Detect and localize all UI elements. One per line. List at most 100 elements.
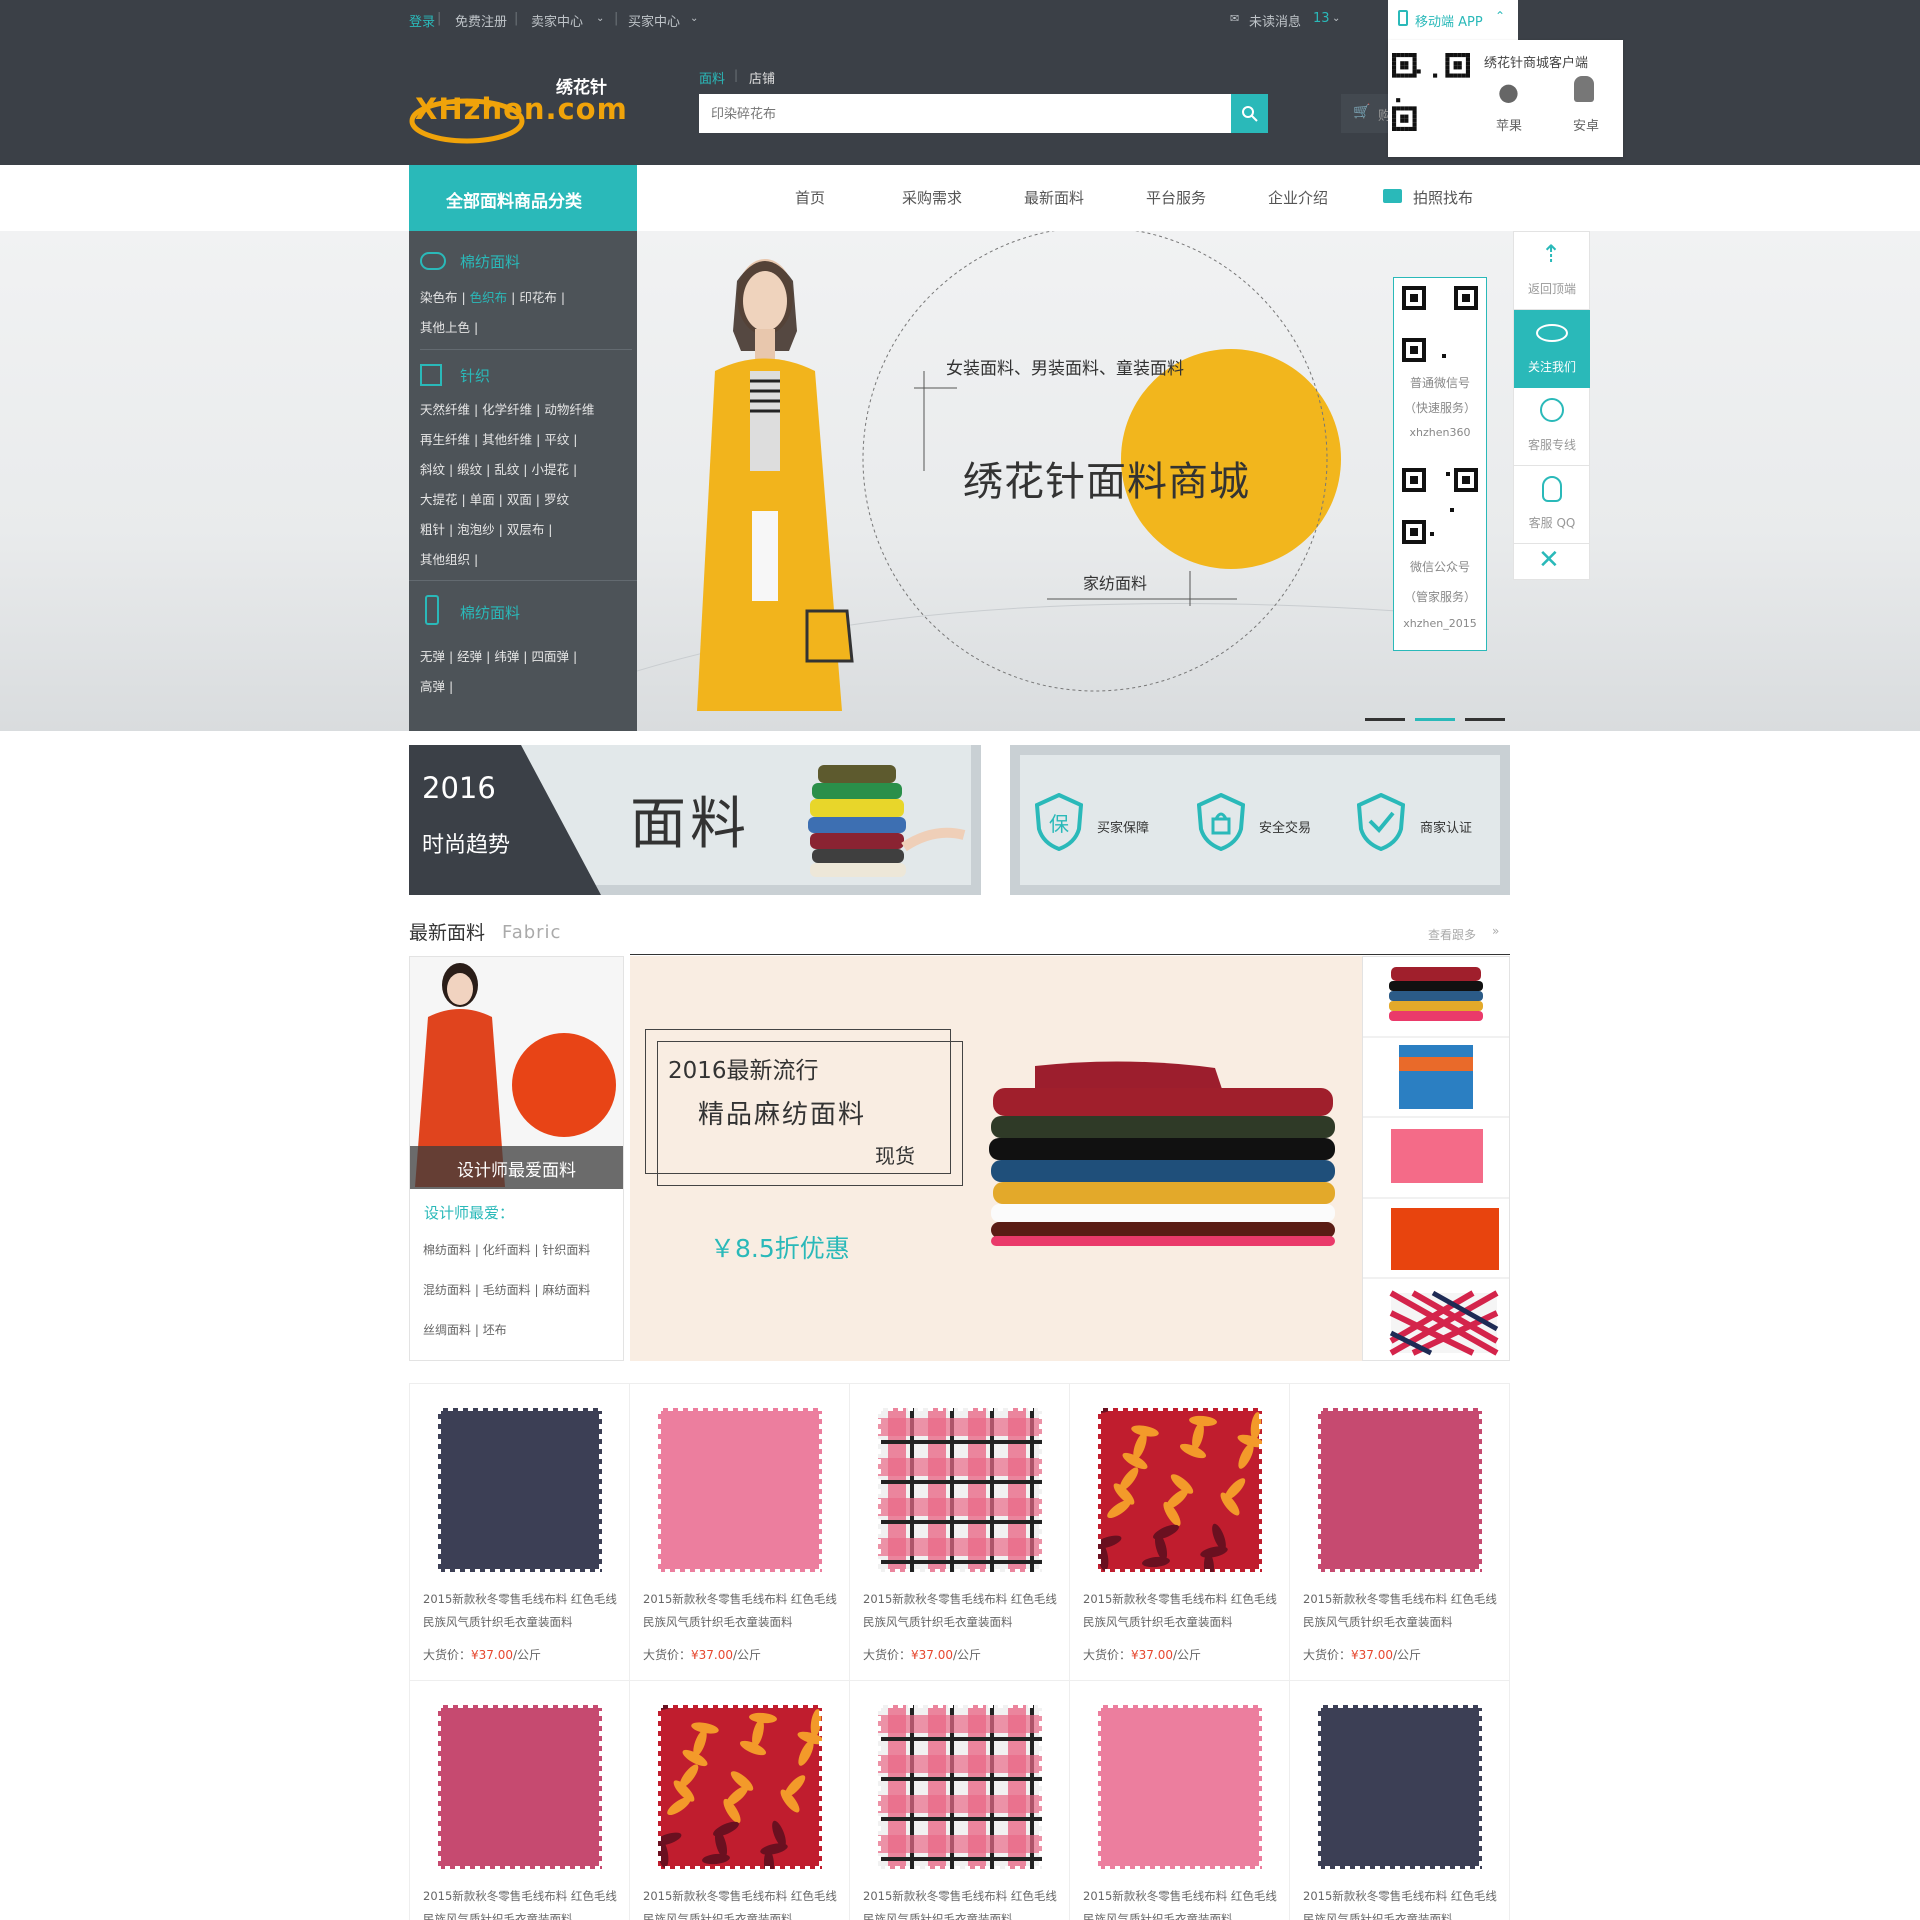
product-name[interactable]: 2015新款秋冬零售毛线布料 红色毛线民族风气质针织毛衣童装面料 <box>863 1885 1063 1920</box>
product-card[interactable]: 2015新款秋冬零售毛线布料 红色毛线民族风气质针织毛衣童装面料 大货价：¥37… <box>630 1384 850 1681</box>
category-links[interactable]: 高弹 | <box>420 676 453 695</box>
chevron-down-icon: ⌄ <box>596 13 605 24</box>
product-card[interactable]: 2015新款秋冬零售毛线布料 红色毛线民族风气质针织毛衣童装面料 <box>630 1681 850 1920</box>
official-account-qr-code[interactable] <box>1402 468 1478 544</box>
product-name[interactable]: 2015新款秋冬零售毛线布料 红色毛线民族风气质针织毛衣童装面料 <box>1083 1588 1283 1634</box>
service-line-button[interactable]: 客服专线 <box>1514 388 1590 466</box>
category-links[interactable]: 斜纹 | 缎纹 | 乱纹 | 小提花 | <box>420 459 577 478</box>
trend-promo-card[interactable]: 2016 时尚趋势 面料 <box>409 745 981 895</box>
designer-caption-bar: 设计师最爱面料 <box>410 1146 623 1189</box>
featured-line-3: 现货 <box>875 1144 915 1168</box>
chevron-down-icon: ⌄ <box>1332 13 1341 24</box>
follow-us-button[interactable]: 关注我们 <box>1514 310 1590 388</box>
service-qq-label: 客服 QQ <box>1528 516 1576 530</box>
product-price: 大货价：¥37.00/公斤 <box>643 1646 761 1663</box>
search-icon <box>1242 106 1258 122</box>
category-links[interactable]: 其他上色 | <box>420 317 478 336</box>
category-title-stretch[interactable]: 棉纺面料 <box>460 602 520 623</box>
product-name[interactable]: 2015新款秋冬零售毛线布料 红色毛线民族风气质针织毛衣童装面料 <box>643 1885 843 1920</box>
designer-favorites-box: 设计师最爱面料 设计师最爱： 棉纺面料 | 化纤面料 | 针织面料 混纺面料 |… <box>409 956 624 1361</box>
fabric-swatch-image <box>438 1705 602 1869</box>
close-icon[interactable]: ✕ <box>1538 545 1560 575</box>
wechat-qr-code[interactable] <box>1402 286 1478 362</box>
app-qr-code[interactable] <box>1392 53 1470 131</box>
seller-center-link[interactable]: 卖家中心 <box>531 11 583 30</box>
fabric-swatch-image <box>1098 1705 1262 1869</box>
wechat-label: 普通微信号 <box>1409 376 1470 390</box>
service-qq-button[interactable]: 客服 QQ <box>1514 466 1590 544</box>
product-name[interactable]: 2015新款秋冬零售毛线布料 红色毛线民族风气质针织毛衣童装面料 <box>1303 1588 1503 1634</box>
register-link[interactable]: 免费注册 <box>455 11 507 30</box>
category-links[interactable]: 粗针 | 泡泡纱 | 双层布 | <box>420 519 553 538</box>
messages-link[interactable]: 未读消息 <box>1249 11 1301 30</box>
cart-icon: 🛒 <box>1353 104 1371 120</box>
product-card[interactable]: 2015新款秋冬零售毛线布料 红色毛线民族风气质针织毛衣童装面料 <box>1290 1681 1510 1920</box>
divider <box>420 349 632 350</box>
featured-fabric-banner[interactable]: 2016最新流行 精品麻纺面料 现货 ￥8.5折优惠 <box>630 956 1362 1361</box>
product-card[interactable]: 2015新款秋冬零售毛线布料 红色毛线民族风气质针织毛衣童装面料 大货价：¥37… <box>850 1384 1070 1681</box>
login-link[interactable]: 登录 <box>409 11 435 30</box>
follow-us-label: 关注我们 <box>1527 360 1576 374</box>
product-card[interactable]: 2015新款秋冬零售毛线布料 红色毛线民族风气质针织毛衣童装面料 大货价：¥37… <box>1070 1384 1290 1681</box>
product-name[interactable]: 2015新款秋冬零售毛线布料 红色毛线民族风气质针织毛衣童装面料 <box>1303 1885 1503 1920</box>
top-bar: 登录 | 免费注册 | 卖家中心 ⌄ | 买家中心 ⌄ ✉ 未读消息 13 ⌄ <box>0 0 1920 40</box>
nav-purchase[interactable]: 采购需求 <box>902 187 962 208</box>
arrow-up-icon: ⇡ <box>1541 240 1562 268</box>
product-name[interactable]: 2015新款秋冬零售毛线布料 红色毛线民族风气质针织毛衣童装面料 <box>423 1588 623 1634</box>
divider: | <box>614 11 619 26</box>
category-title-cotton[interactable]: 棉纺面料 <box>460 251 520 272</box>
nav-latest[interactable]: 最新面料 <box>1024 187 1084 208</box>
nav-photo-search[interactable]: 拍照找布 <box>1413 187 1473 208</box>
search-button[interactable] <box>1231 94 1268 133</box>
thumb-2 <box>1399 1045 1473 1109</box>
category-links[interactable]: 大提花 | 单面 | 双面 | 罗纹 <box>420 489 569 508</box>
banner-tag[interactable]: 家纺面料 <box>1083 570 1147 594</box>
product-name[interactable]: 2015新款秋冬零售毛线布料 红色毛线民族风气质针织毛衣童装面料 <box>643 1588 843 1634</box>
product-card[interactable]: 2015新款秋冬零售毛线布料 红色毛线民族风气质针织毛衣童装面料 <box>1070 1681 1290 1920</box>
category-selected[interactable]: 色织布 <box>470 290 508 305</box>
category-links[interactable]: 染色布 | 色织布 | 印花布 | <box>420 287 565 306</box>
header: 绣花针 XHzhen.com 面料 | 店铺 🛒 购 <box>0 40 1920 165</box>
spool-icon <box>425 595 439 625</box>
site-logo[interactable]: 绣花针 XHzhen.com <box>409 68 627 178</box>
search-input[interactable] <box>699 94 1231 133</box>
mobile-app-toggle[interactable]: 移动端 APP ⌃ <box>1388 0 1518 42</box>
nav-company[interactable]: 企业介绍 <box>1268 187 1328 208</box>
eye-icon <box>1536 324 1568 342</box>
android-label: 安卓 <box>1573 119 1600 134</box>
category-links[interactable]: 天然纤维 | 化学纤维 | 动物纤维 <box>420 399 594 418</box>
buyer-center-link[interactable]: 买家中心 <box>628 11 680 30</box>
price-unit: /公斤 <box>733 1648 762 1662</box>
category-title-knit[interactable]: 针织 <box>460 365 490 386</box>
view-more-link[interactable]: 查看跟多 <box>1428 926 1476 943</box>
designer-links[interactable]: 丝绸面料 | 坯布 <box>423 1321 507 1338</box>
apple-icon[interactable]: ● <box>1498 78 1519 106</box>
official-account-label: 微信公众号 <box>1409 560 1470 574</box>
product-name[interactable]: 2015新款秋冬零售毛线布料 红色毛线民族风气质针织毛衣童装面料 <box>423 1885 623 1920</box>
category-links[interactable]: 无弹 | 经弹 | 纬弹 | 四面弹 | <box>420 646 577 665</box>
nav-home[interactable]: 首页 <box>795 187 825 208</box>
price-value: ¥37.00 <box>471 1648 514 1662</box>
nav-service[interactable]: 平台服务 <box>1146 187 1206 208</box>
product-card[interactable]: 2015新款秋冬零售毛线布料 红色毛线民族风气质针织毛衣童装面料 <box>410 1681 630 1920</box>
back-to-top-button[interactable]: ⇡ 返回顶端 <box>1514 232 1590 310</box>
designer-links[interactable]: 混纺面料 | 毛纺面料 | 麻纺面料 <box>423 1281 590 1298</box>
designer-links[interactable]: 棉纺面料 | 化纤面料 | 针织面料 <box>423 1241 590 1258</box>
price-unit: /公斤 <box>513 1648 542 1662</box>
search-tab-fabric[interactable]: 面料 <box>699 68 725 87</box>
category-links[interactable]: 其他组织 | <box>420 549 478 568</box>
thumb-4 <box>1391 1208 1499 1270</box>
product-card[interactable]: 2015新款秋冬零售毛线布料 红色毛线民族风气质针织毛衣童装面料 <box>850 1681 1070 1920</box>
android-icon[interactable] <box>1574 76 1594 102</box>
product-name[interactable]: 2015新款秋冬零售毛线布料 红色毛线民族风气质针织毛衣童装面料 <box>1083 1885 1283 1920</box>
qq-icon <box>1542 476 1562 502</box>
category-links[interactable]: 再生纤维 | 其他纤维 | 平纹 | <box>420 429 578 448</box>
product-card[interactable]: 2015新款秋冬零售毛线布料 红色毛线民族风气质针织毛衣童装面料 大货价：¥37… <box>1290 1384 1510 1681</box>
price-value: ¥37.00 <box>1131 1648 1174 1662</box>
product-name[interactable]: 2015新款秋冬零售毛线布料 红色毛线民族风气质针织毛衣童装面料 <box>863 1588 1063 1634</box>
search-tab-shop[interactable]: 店铺 <box>749 68 775 87</box>
shield-check-icon <box>1357 793 1405 851</box>
product-card[interactable]: 2015新款秋冬零售毛线布料 红色毛线民族风气质针织毛衣童装面料 大货价：¥37… <box>410 1384 630 1681</box>
all-categories-button[interactable]: 全部面料商品分类 <box>409 165 637 231</box>
badge-buyer-protection: 买家保障 <box>1097 821 1150 836</box>
